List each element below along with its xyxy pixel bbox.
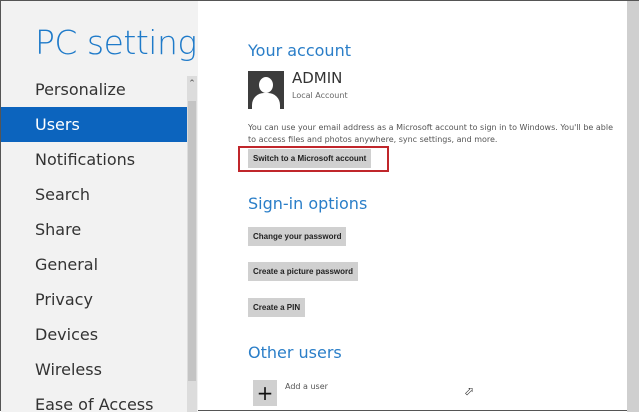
- main-scrollbar[interactable]: [627, 1, 639, 412]
- page-title: PC settings: [35, 23, 198, 62]
- sidebar-item-share[interactable]: Share: [1, 212, 187, 247]
- user-avatar-icon: [248, 71, 284, 109]
- sidebar: PC settings Personalize Users Notificati…: [1, 1, 198, 412]
- user-name: ADMIN: [292, 69, 343, 87]
- change-password-button[interactable]: Change your password: [248, 227, 347, 246]
- switch-microsoft-account-button[interactable]: Switch to a Microsoft account: [248, 149, 372, 168]
- sidebar-item-notifications[interactable]: Notifications: [1, 142, 187, 177]
- mouse-cursor-icon: ⬀: [464, 384, 475, 398]
- scroll-up-icon[interactable]: ⌃: [187, 79, 197, 89]
- sidebar-item-ease-of-access[interactable]: Ease of Access: [1, 387, 187, 412]
- sidebar-item-devices[interactable]: Devices: [1, 317, 187, 352]
- add-user-label[interactable]: Add a user: [285, 382, 328, 391]
- create-picture-password-button[interactable]: Create a picture password: [248, 262, 359, 281]
- account-type: Local Account: [292, 91, 348, 100]
- sidebar-item-personalize[interactable]: Personalize: [1, 72, 187, 107]
- sidebar-item-users[interactable]: Users: [1, 107, 187, 142]
- sidebar-scroll-thumb[interactable]: [188, 101, 196, 381]
- sidebar-item-search[interactable]: Search: [1, 177, 187, 212]
- sign-in-options-heading: Sign-in options: [248, 194, 368, 213]
- main-content: Your account ADMIN Local Account You can…: [198, 1, 626, 412]
- account-description: You can use your email address as a Micr…: [248, 123, 613, 144]
- sidebar-item-general[interactable]: General: [1, 247, 187, 282]
- create-pin-button[interactable]: Create a PIN: [248, 298, 306, 317]
- sidebar-item-wireless[interactable]: Wireless: [1, 352, 187, 387]
- sidebar-item-privacy[interactable]: Privacy: [1, 282, 187, 317]
- other-users-heading: Other users: [248, 343, 342, 362]
- your-account-heading: Your account: [248, 41, 351, 60]
- add-user-plus-icon[interactable]: +: [253, 380, 277, 406]
